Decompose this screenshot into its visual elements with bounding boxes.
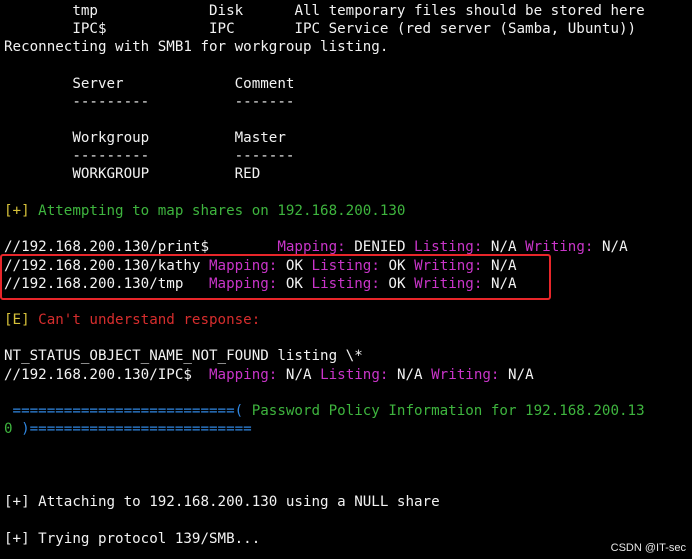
comment-col-header: Comment (234, 76, 295, 92)
server-separator: --------- ------- (4, 93, 294, 111)
writing-value: N/A (508, 367, 534, 383)
attempt-line: [+] Attempting to map shares on 192.168.… (4, 202, 405, 220)
separator: --------- (72, 148, 150, 164)
policy-header-line2: 0 )========================== (4, 420, 252, 438)
share-comment: IPC Service (red server (Samba, Ubuntu)) (294, 21, 637, 37)
listing-label: Listing: (320, 367, 389, 383)
error-text: Can't understand response: (38, 312, 261, 328)
server-col-header: Server (72, 76, 124, 92)
listing-value: N/A (490, 239, 517, 255)
trying-line: [+] Trying protocol 139/SMB... (4, 531, 261, 547)
policy-title-wrap: 0 (4, 421, 13, 437)
share-row-ipc: IPC$ IPC IPC Service (red server (Samba,… (4, 20, 636, 38)
share-row-tmp: tmp Disk All temporary files should be s… (4, 2, 645, 20)
policy-title: Password Policy Information for 192.168.… (243, 403, 645, 419)
map-row-ipc: //192.168.200.130/IPC$ Mapping: N/A List… (4, 366, 534, 384)
mapping-label: Mapping: (277, 239, 346, 255)
workgroup-col-header: Workgroup (72, 130, 150, 146)
workgroup-header: Workgroup Master (4, 129, 286, 147)
share-path: //192.168.200.130/IPC$ (4, 367, 192, 383)
separator: ------- (234, 148, 295, 164)
share-path: //192.168.200.130/print$ (4, 239, 209, 255)
policy-header-line1: ==========================( Password Pol… (4, 402, 645, 420)
workgroup-separator: --------- ------- (4, 147, 294, 165)
error-tag: [E] (4, 312, 30, 328)
attach-line: [+] Attaching to 192.168.200.130 using a… (4, 494, 440, 510)
rule-right: )========================== (12, 421, 252, 437)
rule-left: ==========================( (4, 403, 244, 419)
separator: --------- (72, 94, 150, 110)
share-name: IPC$ (72, 21, 107, 37)
server-header: Server Comment (4, 75, 294, 93)
writing-value: N/A (601, 239, 628, 255)
share-name: tmp (72, 3, 98, 19)
mapping-value: DENIED (354, 239, 406, 255)
attempt-text: Attempting to map shares on 192.168.200.… (38, 203, 406, 219)
master-col-header: Master (234, 130, 286, 146)
listing-label: Listing: (414, 239, 483, 255)
writing-label: Writing: (525, 239, 594, 255)
listing-value: N/A (396, 367, 423, 383)
share-type: Disk (209, 3, 244, 19)
workgroup-value-row: WORKGROUP RED (4, 165, 260, 183)
separator: ------- (234, 94, 295, 110)
reconnect-message: Reconnecting with SMB1 for workgroup lis… (4, 39, 389, 55)
status-line: NT_STATUS_OBJECT_NAME_NOT_FOUND listing … (4, 348, 363, 364)
mapping-value: N/A (285, 367, 312, 383)
info-tag: [+] (4, 203, 30, 219)
workgroup-value: WORKGROUP (72, 166, 150, 182)
mapping-label: Mapping: (209, 367, 278, 383)
error-line: [E] Can't understand response: (4, 311, 260, 329)
watermark: CSDN @IT-sec (610, 542, 686, 554)
master-value: RED (234, 166, 261, 182)
share-type: IPC (209, 21, 235, 37)
terminal-window[interactable]: tmp Disk All temporary files should be s… (0, 0, 692, 559)
writing-label: Writing: (431, 367, 500, 383)
highlight-box (0, 254, 551, 300)
share-comment: All temporary files should be stored her… (294, 3, 645, 19)
